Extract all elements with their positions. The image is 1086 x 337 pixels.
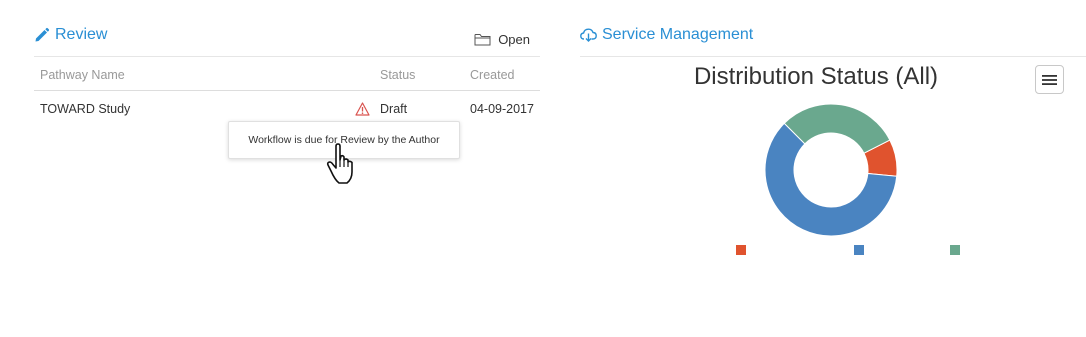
folder-icon bbox=[474, 34, 491, 46]
created-cell: 04-09-2017 bbox=[470, 102, 534, 116]
distribution-chart bbox=[736, 103, 960, 255]
hand-cursor-icon bbox=[326, 143, 353, 184]
legend-swatch-1[interactable] bbox=[854, 245, 864, 255]
column-pathway-name[interactable]: Pathway Name bbox=[34, 57, 330, 91]
warning-icon[interactable] bbox=[355, 102, 370, 116]
table-header-row: Pathway Name Status Created bbox=[34, 57, 540, 91]
pencil-icon bbox=[35, 27, 50, 42]
open-label: Open bbox=[498, 32, 530, 47]
legend-swatch-0[interactable] bbox=[736, 245, 746, 255]
column-status[interactable]: Status bbox=[370, 57, 470, 91]
review-header: Review Open bbox=[34, 0, 540, 57]
legend-swatch-2[interactable] bbox=[950, 245, 960, 255]
review-title-label: Review bbox=[55, 26, 108, 43]
review-title[interactable]: Review bbox=[34, 26, 107, 44]
column-warning bbox=[330, 57, 370, 91]
open-button[interactable]: Open bbox=[474, 32, 530, 47]
column-created[interactable]: Created bbox=[470, 57, 540, 91]
review-panel: Review Open Pathway Name Status Created … bbox=[34, 0, 540, 127]
pathway-table: Pathway Name Status Created TOWARD Study… bbox=[34, 57, 540, 127]
